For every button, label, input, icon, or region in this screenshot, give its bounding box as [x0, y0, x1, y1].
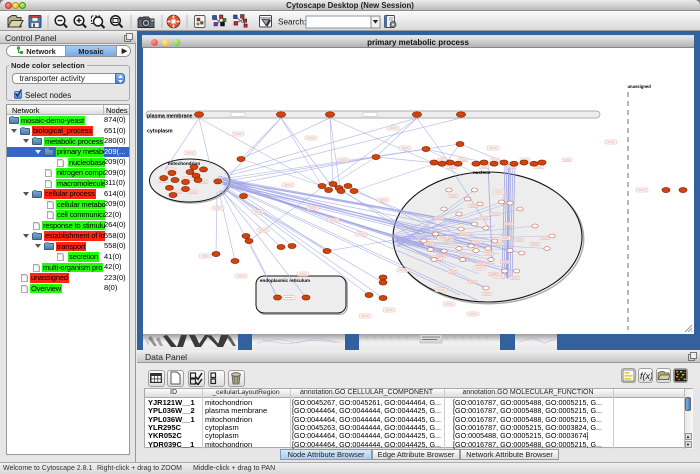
svg-text:nucleus: nucleus	[473, 170, 491, 175]
svg-text:unassigned: unassigned	[628, 84, 652, 89]
svg-text:plasma membrane: plasma membrane	[147, 114, 193, 120]
svg-text:f(x): f(x)	[640, 371, 652, 381]
svg-text:Search:: Search:	[278, 18, 306, 27]
svg-text:endoplasmic reticulum: endoplasmic reticulum	[260, 278, 310, 283]
svg-text:mitochondrion: mitochondrion	[168, 161, 200, 166]
svg-text:cytoplasm: cytoplasm	[147, 129, 173, 135]
